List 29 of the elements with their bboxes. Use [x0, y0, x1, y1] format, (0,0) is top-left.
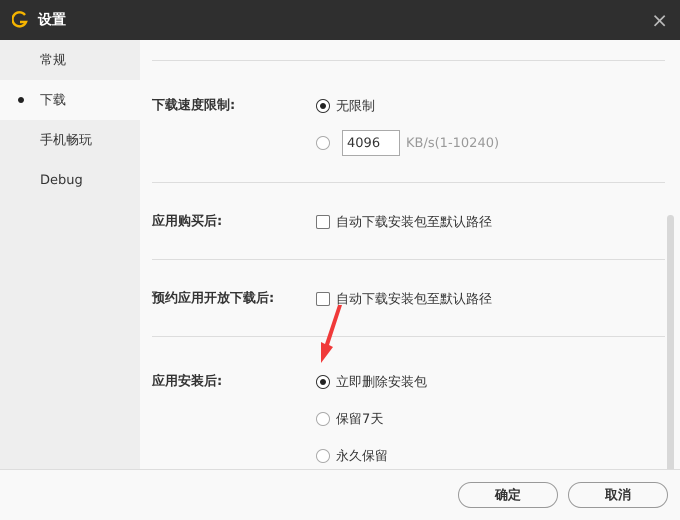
checkbox[interactable] — [316, 215, 330, 229]
radio-button[interactable] — [316, 449, 330, 463]
setting-label: 应用安装后: — [152, 372, 224, 391]
sidebar-item[interactable]: 手机畅玩 — [0, 120, 140, 160]
radio-label: 保留7天 — [336, 411, 384, 428]
radio-label: 无限制 — [336, 98, 375, 115]
radio-button[interactable] — [316, 375, 330, 389]
setting-label: 下载速度限制: — [152, 96, 236, 115]
radio-button[interactable] — [316, 136, 330, 150]
logo-icon — [12, 11, 28, 29]
setting-label: 应用购买后: — [152, 212, 224, 231]
checkbox-label: 自动下载安装包至默认路径 — [336, 214, 492, 231]
close-button[interactable]: × — [651, 10, 668, 30]
sidebar-item[interactable]: Debug — [0, 160, 140, 200]
scrollbar-thumb[interactable] — [667, 215, 674, 469]
unit-text: KB/s(1-10240) — [406, 136, 500, 150]
checkbox-label: 自动下载安装包至默认路径 — [336, 291, 492, 308]
window-title: 设置 — [38, 11, 66, 29]
cancel-button[interactable]: 取消 — [568, 482, 668, 508]
setting-label: 预约应用开放下载后: — [152, 290, 276, 308]
radio-label: 立即删除安装包 — [336, 374, 427, 391]
sidebar-item[interactable]: 常规 — [0, 40, 140, 80]
checkbox[interactable] — [316, 292, 330, 306]
speed-input[interactable]: 4096 — [342, 130, 400, 156]
radio-label: 永久保留 — [336, 448, 388, 465]
radio-button[interactable] — [316, 412, 330, 426]
radio-button[interactable] — [316, 99, 330, 113]
sidebar-item[interactable]: 下载 — [0, 80, 140, 120]
ok-button[interactable]: 确定 — [458, 482, 558, 508]
